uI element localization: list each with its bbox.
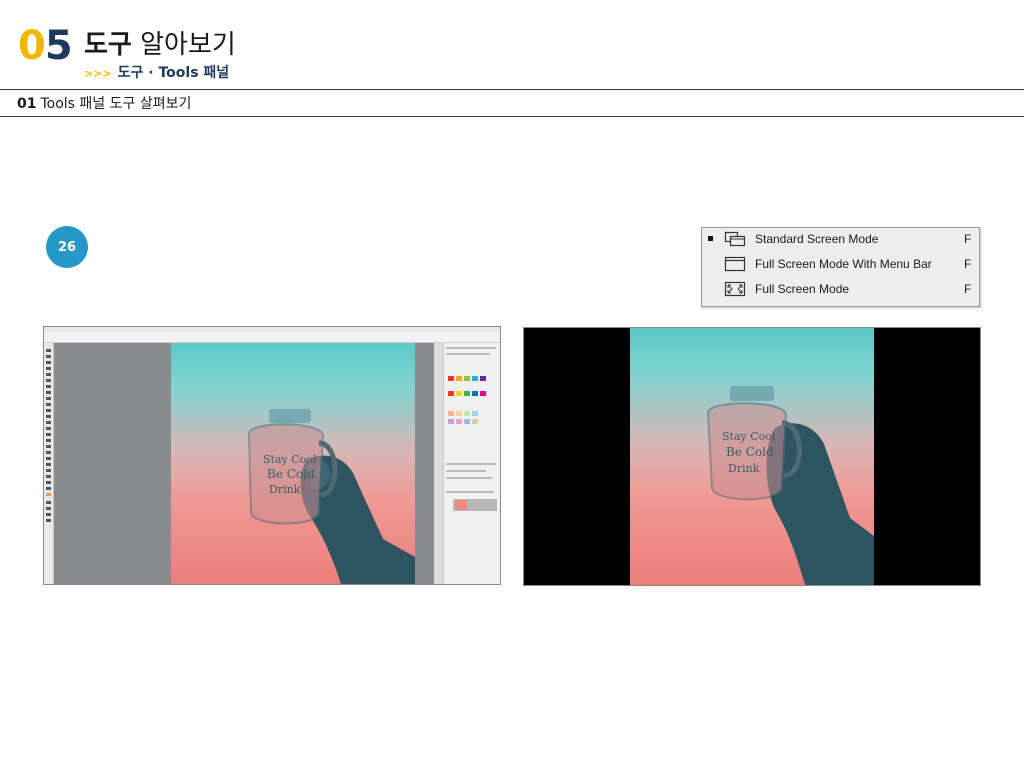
ps-options-bar bbox=[44, 332, 500, 343]
standard-screen-mode-icon bbox=[724, 231, 746, 247]
divider-top bbox=[0, 89, 1024, 90]
ps-tools-panel bbox=[44, 343, 54, 584]
svg-text:Be Cold: Be Cold bbox=[267, 467, 315, 481]
full-screen-mode-screenshot: Stay Cool Be Cold Drink bbox=[523, 327, 981, 586]
menu-item-standard-screen-mode[interactable]: Standard Screen Mode F bbox=[702, 228, 979, 252]
full-screen-document-image: Stay Cool Be Cold Drink bbox=[630, 328, 874, 585]
screen-mode-menu: Standard Screen Mode F Full Screen Mode … bbox=[701, 227, 980, 307]
full-screen-menu-bar-icon bbox=[724, 256, 746, 272]
hand-holding-jar-illustration: Stay Cool Be Cold Drink bbox=[247, 409, 415, 584]
svg-text:Stay Cool: Stay Cool bbox=[722, 430, 776, 443]
subtitle-arrows: >>> bbox=[84, 67, 112, 80]
ps-document-image: Stay Cool Be Cold Drink bbox=[171, 343, 415, 584]
svg-text:Drink: Drink bbox=[269, 483, 301, 496]
page-badge: 26 bbox=[46, 226, 88, 268]
svg-text:Stay Cool: Stay Cool bbox=[263, 453, 317, 466]
full-screen-mode-icon bbox=[724, 281, 746, 297]
photoshop-standard-mode-screenshot: Stay Cool Be Cold Drink bbox=[43, 326, 501, 585]
chapter-subtitle: >>> 도구 · Tools 패널 bbox=[84, 62, 229, 82]
chapter-number: 05 bbox=[18, 23, 73, 69]
menu-item-shortcut: F bbox=[964, 257, 972, 271]
hand-holding-jar-illustration: Stay Cool Be Cold Drink bbox=[706, 386, 874, 585]
menu-item-label: Full Screen Mode With Menu Bar bbox=[755, 257, 932, 271]
divider-bottom bbox=[0, 116, 1024, 117]
menu-item-shortcut: F bbox=[964, 232, 972, 246]
menu-item-shortcut: F bbox=[964, 282, 972, 296]
section-title-text: Tools 패널 도구 살펴보기 bbox=[40, 96, 192, 112]
ps-layer-row bbox=[453, 499, 497, 511]
chapter-title-bold: 도구 bbox=[84, 30, 132, 60]
selected-bullet-icon bbox=[708, 236, 713, 241]
section-number: 01 bbox=[17, 96, 37, 112]
chapter-title-rest: 알아보기 bbox=[140, 30, 236, 60]
svg-text:Be Cold: Be Cold bbox=[726, 445, 774, 459]
chapter-title: 도구 알아보기 bbox=[84, 28, 236, 62]
menu-item-full-screen-mode[interactable]: Full Screen Mode F bbox=[702, 278, 979, 302]
menu-item-label: Full Screen Mode bbox=[755, 282, 850, 296]
section-title: 01 Tools 패널 도구 살펴보기 bbox=[17, 93, 191, 113]
menu-item-label: Standard Screen Mode bbox=[755, 232, 879, 246]
ps-panels bbox=[443, 343, 500, 584]
ps-panel-dock bbox=[434, 343, 443, 584]
subtitle-text: 도구 · Tools 패널 bbox=[117, 65, 230, 81]
svg-text:Drink: Drink bbox=[728, 462, 760, 475]
menu-item-full-screen-with-menu-bar[interactable]: Full Screen Mode With Menu Bar F bbox=[702, 253, 979, 277]
